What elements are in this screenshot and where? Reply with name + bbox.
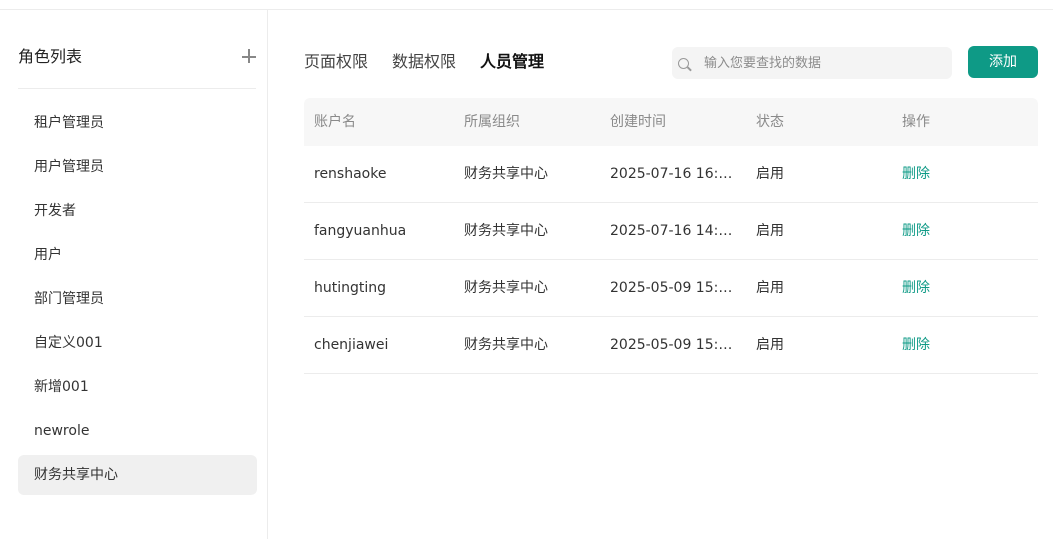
delete-link[interactable]: 删除 bbox=[902, 223, 930, 239]
cell-account: chenjiawei bbox=[314, 337, 389, 353]
tab-personnel-management[interactable]: 人员管理 bbox=[480, 50, 544, 74]
cell-created-time: 2025-07-16 14:0… bbox=[610, 223, 742, 239]
sidebar-item-role[interactable]: 开发者 bbox=[18, 191, 257, 231]
cell-status: 启用 bbox=[756, 166, 784, 182]
cell-actions: 删除 bbox=[892, 260, 1038, 316]
add-button[interactable]: 添加 bbox=[968, 46, 1038, 78]
sidebar-item-role[interactable]: 自定义001 bbox=[18, 323, 257, 363]
search-input[interactable] bbox=[704, 47, 944, 79]
cell-organization: 财务共享中心 bbox=[464, 280, 548, 296]
tab-page-permissions[interactable]: 页面权限 bbox=[304, 50, 368, 74]
table-header: 账户名 所属组织 创建时间 状态 操作 bbox=[304, 98, 1038, 146]
column-header-created-time: 创建时间 bbox=[610, 114, 666, 130]
delete-link[interactable]: 删除 bbox=[902, 280, 930, 296]
sidebar-item-role[interactable]: 部门管理员 bbox=[18, 279, 257, 319]
role-sidebar: 角色列表 租户管理员 用户管理员 开发者 用户 部门管理员 自定义001 新增0… bbox=[0, 10, 268, 539]
cell-created-time: 2025-05-09 15:1… bbox=[610, 337, 742, 353]
delete-link[interactable]: 删除 bbox=[902, 337, 930, 353]
table-row: hutingting 财务共享中心 2025-05-09 15:11… 启用 删… bbox=[304, 260, 1038, 317]
cell-status: 启用 bbox=[756, 337, 784, 353]
cell-actions: 删除 bbox=[892, 317, 1038, 373]
table-row: renshaoke 财务共享中心 2025-07-16 16:5… 启用 删除 bbox=[304, 146, 1038, 203]
sidebar-item-role[interactable]: newrole bbox=[18, 411, 257, 451]
cell-actions: 删除 bbox=[892, 203, 1038, 259]
sidebar-item-role[interactable]: 用户 bbox=[18, 235, 257, 275]
sidebar-item-role[interactable]: 新增001 bbox=[18, 367, 257, 407]
plus-icon[interactable] bbox=[242, 47, 256, 67]
delete-link[interactable]: 删除 bbox=[902, 166, 930, 182]
cell-account: hutingting bbox=[314, 280, 387, 296]
sidebar-item-role[interactable]: 用户管理员 bbox=[18, 147, 257, 187]
member-table: 账户名 所属组织 创建时间 状态 操作 renshaoke 财务共享中心 202… bbox=[304, 98, 1038, 374]
cell-account: renshaoke bbox=[314, 166, 387, 182]
main-panel: 页面权限 数据权限 人员管理 添加 账户名 所属组织 创建时间 状态 操作 re… bbox=[268, 10, 1053, 539]
column-header-organization: 所属组织 bbox=[464, 114, 520, 130]
cell-account: fangyuanhua bbox=[314, 223, 407, 239]
column-header-status: 状态 bbox=[756, 114, 784, 130]
column-header-account: 账户名 bbox=[314, 114, 356, 130]
role-list: 租户管理员 用户管理员 开发者 用户 部门管理员 自定义001 新增001 ne… bbox=[18, 103, 257, 499]
cell-status: 启用 bbox=[756, 223, 784, 239]
cell-organization: 财务共享中心 bbox=[464, 337, 548, 353]
sidebar-divider bbox=[18, 88, 256, 89]
cell-organization: 财务共享中心 bbox=[464, 166, 548, 182]
cell-created-time: 2025-05-09 15:11… bbox=[610, 280, 746, 296]
sidebar-header: 角色列表 bbox=[18, 46, 256, 68]
cell-actions: 删除 bbox=[892, 146, 1038, 202]
cell-organization: 财务共享中心 bbox=[464, 223, 548, 239]
cell-status: 启用 bbox=[756, 280, 784, 296]
cell-created-time: 2025-07-16 16:5… bbox=[610, 166, 742, 182]
tab-bar: 页面权限 数据权限 人员管理 bbox=[304, 50, 544, 74]
column-header-actions: 操作 bbox=[902, 114, 930, 130]
table-row: chenjiawei 财务共享中心 2025-05-09 15:1… 启用 删除 bbox=[304, 317, 1038, 374]
search-icon bbox=[678, 58, 689, 69]
tab-data-permissions[interactable]: 数据权限 bbox=[392, 50, 456, 74]
sidebar-item-role-selected[interactable]: 财务共享中心 bbox=[18, 455, 257, 495]
search-box bbox=[672, 47, 952, 79]
sidebar-item-role[interactable]: 租户管理员 bbox=[18, 103, 257, 143]
sidebar-title: 角色列表 bbox=[18, 47, 83, 66]
table-row: fangyuanhua 财务共享中心 2025-07-16 14:0… 启用 删… bbox=[304, 203, 1038, 260]
